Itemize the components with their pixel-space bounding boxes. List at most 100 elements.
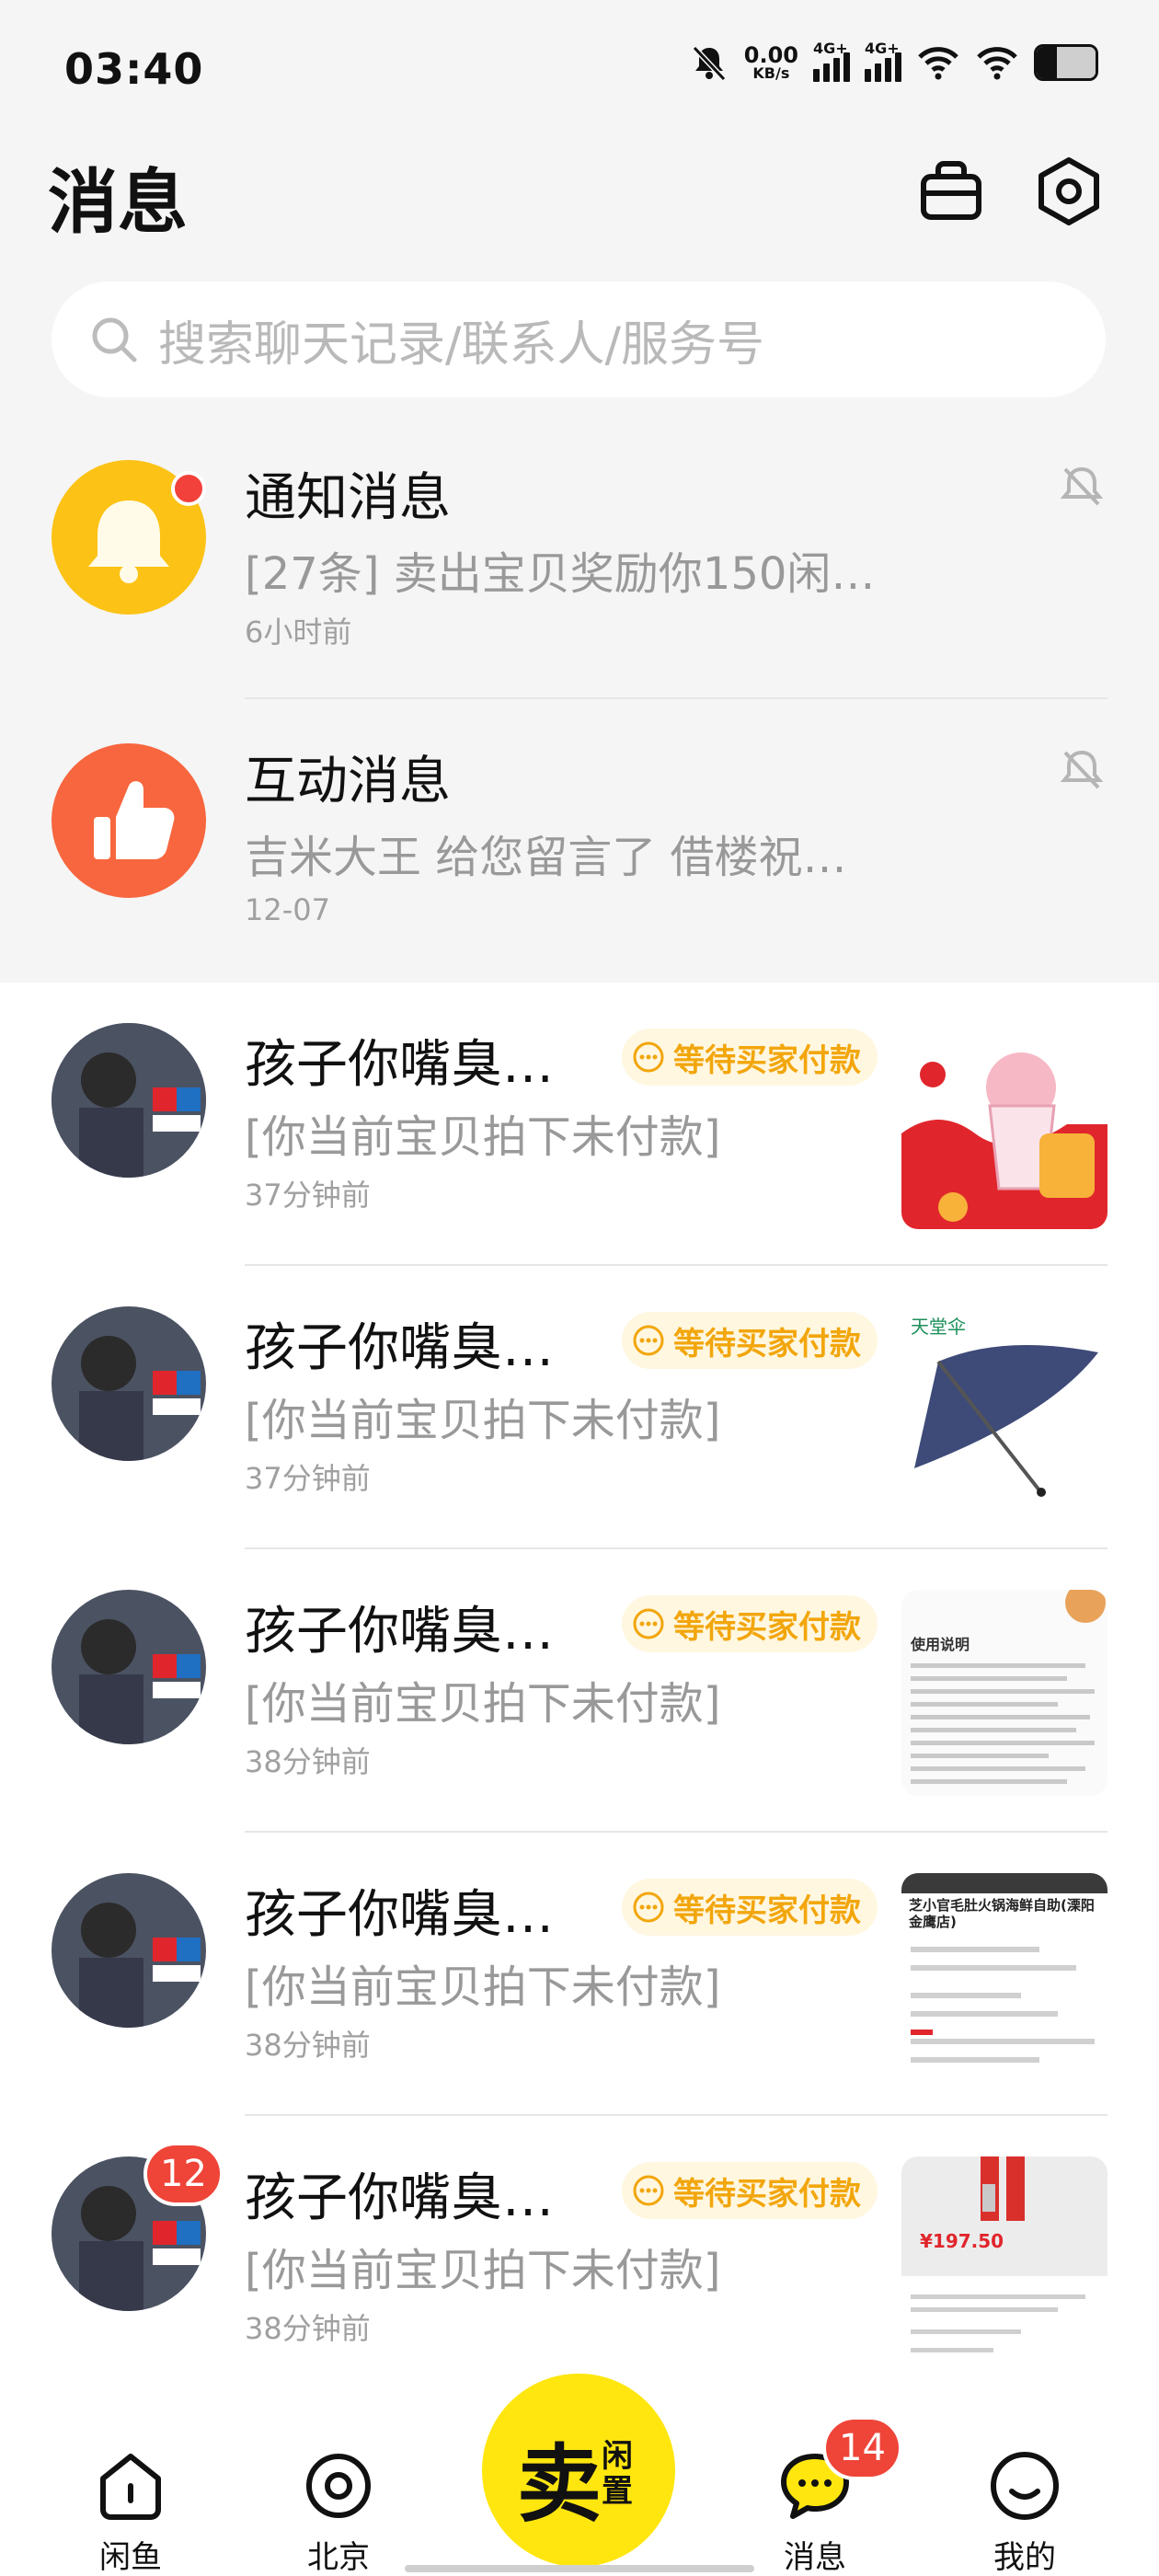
chat-time: 37分钟前 bbox=[245, 1178, 371, 1213]
more-dots-icon bbox=[633, 2175, 664, 2206]
thumbs-up-icon bbox=[52, 743, 206, 898]
status-bar: 03:40 0.00 KB/s 4G+ 4G+ bbox=[0, 0, 1159, 138]
chat-time: 38分钟前 bbox=[245, 2028, 371, 2063]
tab-location[interactable]: 北京 bbox=[247, 2392, 430, 2576]
chat-time: 38分钟前 bbox=[245, 2311, 371, 2346]
sell-button-small-2: 置 bbox=[602, 2473, 633, 2510]
notification-title: 通知消息 bbox=[245, 468, 451, 528]
chat-name: 孩子你嘴臭… bbox=[245, 1035, 554, 1095]
sell-button[interactable]: 卖 闲 置 bbox=[482, 2374, 675, 2567]
status-badge: 等待买家付款 bbox=[622, 2162, 878, 2219]
location-icon bbox=[306, 2454, 371, 2518]
tab-messages[interactable]: 消息 14 bbox=[723, 2392, 907, 2576]
search-input[interactable]: 搜索聊天记录/联系人/服务号 bbox=[52, 282, 1106, 397]
tab-home[interactable]: 闲鱼 bbox=[39, 2392, 223, 2576]
chat-preview: [你当前宝贝拍下未付款] bbox=[245, 1395, 721, 1446]
tab-profile[interactable]: 我的 bbox=[933, 2392, 1117, 2576]
interaction-title: 互动消息 bbox=[245, 752, 451, 811]
product-price: ¥197.50 bbox=[920, 2230, 1004, 2252]
mute-icon bbox=[1060, 750, 1104, 789]
more-dots-icon bbox=[633, 1041, 664, 1073]
user-avatar bbox=[52, 1023, 206, 1178]
user-avatar bbox=[52, 1873, 206, 2028]
notification-time: 6小时前 bbox=[245, 615, 352, 650]
search-placeholder: 搜索聊天记录/联系人/服务号 bbox=[158, 316, 765, 373]
chat-name: 孩子你嘴臭… bbox=[245, 1602, 554, 1662]
chat-preview: [你当前宝贝拍下未付款] bbox=[245, 1111, 721, 1163]
interaction-preview: 吉米大王 给您留言了 借楼祝… bbox=[245, 832, 847, 883]
unread-dot bbox=[171, 471, 206, 506]
net-speed: 0.00 KB/s bbox=[744, 44, 798, 81]
user-avatar bbox=[52, 1590, 206, 1744]
chat-row[interactable]: 孩子你嘴臭… 等待买家付款 [你当前宝贝拍下未付款] 38分钟前 使用说明 bbox=[0, 1562, 1159, 1838]
chat-preview: [你当前宝贝拍下未付款] bbox=[245, 1961, 721, 2013]
signal-2-label: 4G+ bbox=[865, 40, 900, 57]
page-title: 消息 bbox=[48, 161, 188, 243]
tab-home-label: 闲鱼 bbox=[99, 2539, 162, 2576]
home-icon bbox=[100, 2454, 161, 2520]
coupon-heading: 使用说明 bbox=[911, 1636, 970, 1653]
smile-icon bbox=[991, 2452, 1059, 2520]
chat-preview: [你当前宝贝拍下未付款] bbox=[245, 1678, 721, 1730]
status-badge: 等待买家付款 bbox=[622, 1595, 878, 1652]
divider bbox=[245, 2114, 1107, 2116]
tab-location-label: 北京 bbox=[307, 2539, 370, 2576]
more-dots-icon bbox=[633, 1325, 664, 1356]
net-speed-unit: KB/s bbox=[752, 64, 790, 82]
chat-row[interactable]: 12 孩子你嘴臭… 等待买家付款 [你当前宝贝拍下未付款] 38分钟前 ¥197… bbox=[0, 2129, 1159, 2396]
net-speed-value: 0.00 bbox=[743, 42, 798, 68]
more-dots-icon bbox=[633, 1608, 664, 1639]
notification-row[interactable]: 通知消息 [27条] 卖出宝贝奖励你150闲… 6小时前 bbox=[0, 438, 1159, 692]
tab-profile-label: 我的 bbox=[993, 2539, 1056, 2576]
chat-time: 38分钟前 bbox=[245, 1744, 371, 1779]
signal-1-label: 4G+ bbox=[813, 40, 848, 57]
status-time: 03:40 bbox=[64, 44, 204, 94]
wifi-icon-2 bbox=[977, 47, 1017, 80]
chat-preview: [你当前宝贝拍下未付款] bbox=[245, 2245, 721, 2296]
wifi-icon bbox=[918, 47, 958, 80]
divider bbox=[245, 697, 1107, 699]
battery-icon bbox=[1034, 44, 1098, 81]
chat-row[interactable]: 孩子你嘴臭… 等待买家付款 [你当前宝贝拍下未付款] 37分钟前 天堂伞 bbox=[0, 1279, 1159, 1555]
hotpot-voucher-image: 芝小官毛肚火锅海鲜自助(溧阳金鹰店) bbox=[901, 1873, 1107, 2079]
more-dots-icon bbox=[633, 1892, 664, 1923]
status-text: 等待买家付款 bbox=[673, 2175, 861, 2213]
status-text: 等待买家付款 bbox=[673, 1892, 861, 1929]
divider bbox=[245, 1831, 1107, 1833]
unread-count-badge: 12 bbox=[143, 2142, 224, 2206]
search-icon bbox=[92, 317, 137, 362]
chat-name: 孩子你嘴臭… bbox=[245, 2168, 554, 2228]
signal-icon-1: 4G+ bbox=[813, 40, 850, 82]
status-badge: 等待买家付款 bbox=[622, 1879, 878, 1936]
coupon-instructions-image: 使用说明 bbox=[901, 1590, 1107, 1796]
divider bbox=[245, 1264, 1107, 1266]
home-indicator[interactable] bbox=[405, 2565, 754, 2572]
chat-time: 37分钟前 bbox=[245, 1461, 371, 1496]
interaction-time: 12-07 bbox=[245, 892, 330, 927]
chat-name: 孩子你嘴臭… bbox=[245, 1318, 554, 1378]
chat-row[interactable]: 孩子你嘴臭… 等待买家付款 [你当前宝贝拍下未付款] 38分钟前 芝小官毛肚火锅… bbox=[0, 1846, 1159, 2122]
umbrella-image: 天堂伞 bbox=[901, 1306, 1107, 1512]
umbrella-brand: 天堂伞 bbox=[911, 1316, 966, 1338]
chat-name: 孩子你嘴臭… bbox=[245, 1885, 554, 1945]
mute-icon bbox=[1060, 466, 1104, 506]
user-avatar bbox=[52, 1306, 206, 1461]
mute-bell-icon bbox=[692, 45, 726, 82]
ultraman-figure-image: ¥197.50 bbox=[901, 2156, 1107, 2363]
ice-cream-drink-image bbox=[901, 1023, 1107, 1229]
status-text: 等待买家付款 bbox=[673, 1608, 861, 1646]
notification-preview: [27条] 卖出宝贝奖励你150闲… bbox=[245, 548, 876, 600]
bag-icon[interactable] bbox=[916, 156, 986, 226]
sell-button-main: 卖 bbox=[517, 2435, 602, 2534]
hotpot-title: 芝小官毛肚火锅海鲜自助(溧阳金鹰店) bbox=[909, 1897, 1095, 1930]
status-icons: 0.00 KB/s 4G+ 4G+ bbox=[689, 40, 1098, 83]
divider bbox=[245, 1547, 1107, 1549]
status-badge: 等待买家付款 bbox=[622, 1029, 878, 1086]
status-text: 等待买家付款 bbox=[673, 1041, 861, 1079]
settings-icon[interactable] bbox=[1034, 156, 1104, 226]
status-text: 等待买家付款 bbox=[673, 1325, 861, 1363]
interaction-row[interactable]: 互动消息 吉米大王 给您留言了 借楼祝… 12-07 bbox=[0, 721, 1159, 975]
chat-row[interactable]: 孩子你嘴臭… 等待买家付款 [你当前宝贝拍下未付款] 37分钟前 bbox=[0, 995, 1159, 1271]
status-badge: 等待买家付款 bbox=[622, 1312, 878, 1369]
messages-count-badge: 14 bbox=[822, 2416, 902, 2480]
